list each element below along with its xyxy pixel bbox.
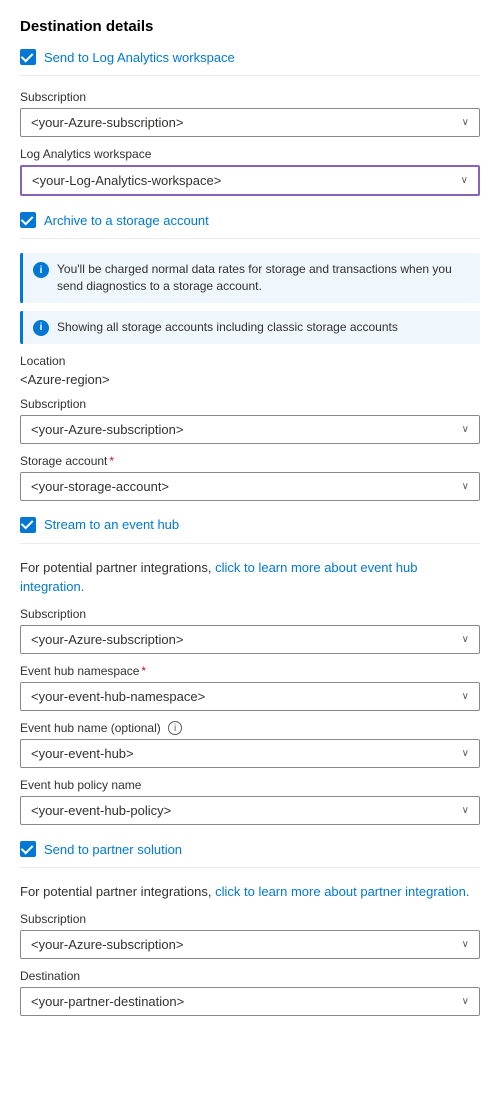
partner-solution-checkbox[interactable] [20,841,36,857]
storage-account-section: Archive to a storage account i You'll be… [20,212,480,501]
subscription-label-4: Subscription [20,912,480,926]
event-hub-label: Stream to an event hub [44,517,179,532]
event-hub-section: Stream to an event hub For potential par… [20,517,480,826]
event-hub-checkbox[interactable] [20,517,36,533]
policy-dropdown[interactable]: <your-event-hub-policy> ∨ [20,796,480,825]
divider-2 [20,238,480,239]
chevron-icon-6: ∨ [462,691,469,702]
namespace-dropdown[interactable]: <your-event-hub-namespace> ∨ [20,682,480,711]
info-icon-2: i [33,320,49,336]
info-icon-1: i [33,262,49,278]
event-hub-name-value: <your-event-hub> [31,746,134,761]
subscription-label-1: Subscription [20,90,480,104]
subscription-dropdown-2[interactable]: <your-Azure-subscription> ∨ [20,415,480,444]
storage-checkbox[interactable] [20,212,36,228]
subscription-label-3: Subscription [20,607,480,621]
page-title: Destination details [20,18,480,35]
event-hub-name-dropdown[interactable]: <your-event-hub> ∨ [20,739,480,768]
log-analytics-section: Send to Log Analytics workspace Subscrip… [20,49,480,196]
log-analytics-checkbox-row[interactable]: Send to Log Analytics workspace [20,49,480,65]
policy-value: <your-event-hub-policy> [31,803,171,818]
info-text-1: You'll be charged normal data rates for … [57,261,470,295]
destination-label: Destination [20,969,480,983]
event-hub-name-info-icon[interactable]: i [168,721,182,735]
info-text-2: Showing all storage accounts including c… [57,319,398,336]
workspace-label: Log Analytics workspace [20,147,480,161]
info-box-1: i You'll be charged normal data rates fo… [20,253,480,303]
divider-3 [20,543,480,544]
event-hub-name-label: Event hub name (optional) i [20,721,480,736]
workspace-dropdown[interactable]: <your-Log-Analytics-workspace> ∨ [20,165,480,196]
chevron-icon-7: ∨ [462,748,469,759]
subscription-value-2: <your-Azure-subscription> [31,422,183,437]
location-label: Location [20,354,480,368]
partner-solution-label: Send to partner solution [44,842,182,857]
policy-label: Event hub policy name [20,778,480,792]
subscription-dropdown-1[interactable]: <your-Azure-subscription> ∨ [20,108,480,137]
subscription-label-2: Subscription [20,397,480,411]
divider-1 [20,75,480,76]
workspace-value: <your-Log-Analytics-workspace> [32,173,221,188]
subscription-dropdown-4[interactable]: <your-Azure-subscription> ∨ [20,930,480,959]
chevron-icon-2: ∨ [461,175,468,186]
namespace-label: Event hub namespace* [20,664,480,678]
namespace-value: <your-event-hub-namespace> [31,689,205,704]
subscription-value-1: <your-Azure-subscription> [31,115,183,130]
partner-solution-link[interactable]: click to learn more about partner integr… [215,884,469,899]
destination-value: <your-partner-destination> [31,994,184,1009]
location-value: <Azure-region> [20,372,480,387]
event-hub-partner-text: For potential partner integrations, clic… [20,558,480,597]
storage-required: * [109,454,114,468]
chevron-icon-10: ∨ [462,996,469,1007]
chevron-icon-4: ∨ [462,481,469,492]
partner-solution-text: For potential partner integrations, clic… [20,882,480,902]
chevron-icon-9: ∨ [462,939,469,950]
divider-4 [20,867,480,868]
subscription-dropdown-3[interactable]: <your-Azure-subscription> ∨ [20,625,480,654]
subscription-value-4: <your-Azure-subscription> [31,937,183,952]
storage-account-label: Storage account* [20,454,480,468]
log-analytics-label: Send to Log Analytics workspace [44,50,235,65]
event-hub-checkbox-row[interactable]: Stream to an event hub [20,517,480,533]
info-box-2: i Showing all storage accounts including… [20,311,480,344]
namespace-required: * [141,664,146,678]
destination-dropdown[interactable]: <your-partner-destination> ∨ [20,987,480,1016]
partner-solution-checkbox-row[interactable]: Send to partner solution [20,841,480,857]
storage-account-dropdown[interactable]: <your-storage-account> ∨ [20,472,480,501]
log-analytics-checkbox[interactable] [20,49,36,65]
chevron-icon-8: ∨ [462,805,469,816]
storage-account-value: <your-storage-account> [31,479,169,494]
subscription-value-3: <your-Azure-subscription> [31,632,183,647]
partner-solution-section: Send to partner solution For potential p… [20,841,480,1016]
chevron-icon-1: ∨ [462,117,469,128]
chevron-icon-3: ∨ [462,424,469,435]
storage-checkbox-label: Archive to a storage account [44,213,209,228]
chevron-icon-5: ∨ [462,634,469,645]
storage-checkbox-row[interactable]: Archive to a storage account [20,212,480,228]
